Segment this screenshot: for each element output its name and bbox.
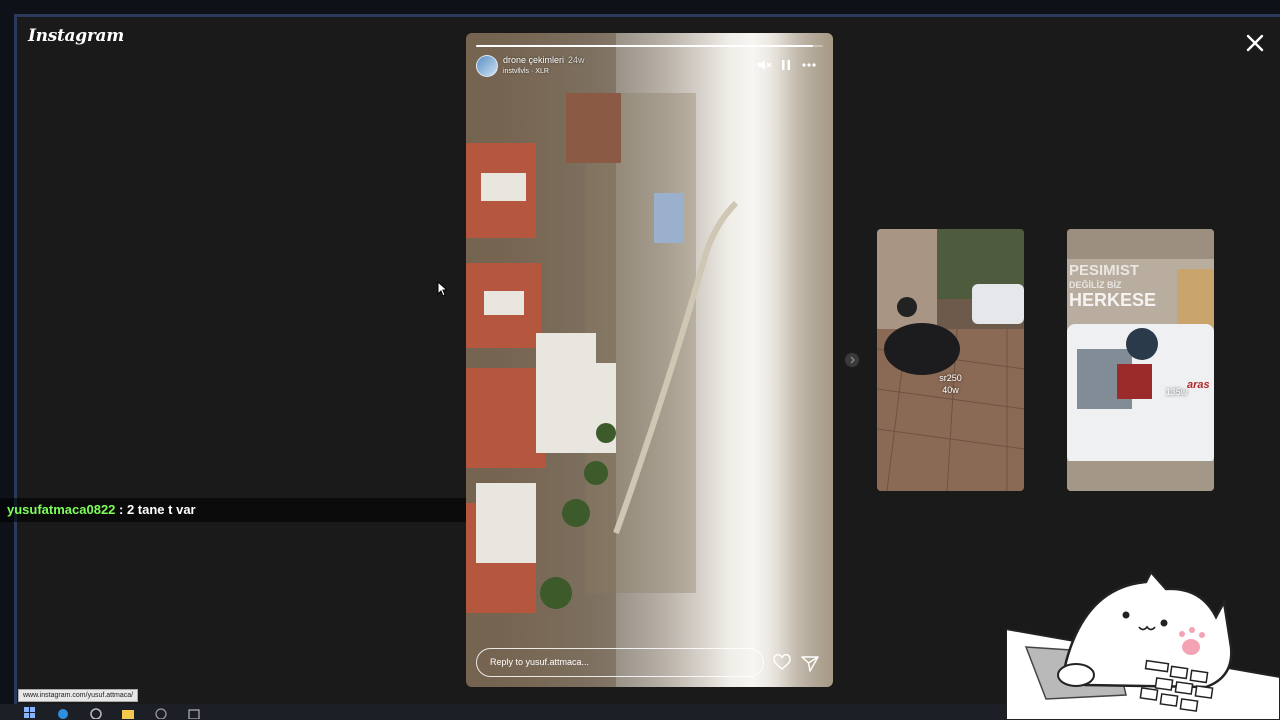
more-icon[interactable] (801, 57, 817, 73)
preview-time: 135w (1165, 387, 1188, 397)
chat-text: : 2 tane t var (115, 502, 196, 517)
pause-icon[interactable] (778, 57, 794, 73)
reply-input[interactable]: Reply to yusuf.attmaca... (476, 648, 764, 677)
mouse-cursor-icon (437, 281, 447, 297)
chevron-right-icon[interactable] (845, 353, 859, 367)
close-icon[interactable] (1242, 30, 1268, 56)
story-preview-sr250[interactable]: sr250 40w (877, 229, 1024, 491)
preview-overlay-title: PESIMIST (1069, 262, 1140, 279)
story-video (466, 33, 833, 687)
chat-username: yusufatmaca0822 (7, 502, 116, 517)
story-music-label[interactable]: instvllvls · XLR (503, 68, 549, 75)
app-icon[interactable] (155, 707, 167, 719)
browser-icon[interactable] (90, 707, 102, 719)
preview-thumbnail (877, 229, 1024, 491)
story-preview-2[interactable]: PESIMIST DEĞİLİZ BİZ HERKESE aras 135w (1067, 229, 1214, 491)
window-icon[interactable] (188, 707, 200, 719)
edge-icon[interactable] (57, 707, 69, 719)
story-progress-bar (476, 45, 823, 47)
bongo-cat-overlay (1006, 569, 1280, 720)
chat-message: yusufatmaca0822 : 2 tane t var (0, 498, 466, 522)
story-viewer[interactable]: drone çekimleri 24w instvllvls · XLR Repl… (466, 33, 833, 687)
preview-overlay-subtitle: DEĞİLİZ BİZ (1069, 280, 1122, 290)
mute-icon[interactable] (756, 57, 772, 73)
windows-icon[interactable] (24, 707, 36, 719)
preview-overlay-headline: HERKESE (1069, 290, 1157, 310)
story-time: 24w (568, 55, 585, 65)
preview-username: sr250 (939, 373, 962, 383)
folder-icon[interactable] (122, 707, 134, 719)
status-bar-url: www.instagram.com/yusuf.attmaca/ (18, 689, 139, 702)
heart-icon[interactable] (772, 653, 792, 673)
instagram-logo[interactable]: Instagram (28, 26, 124, 46)
send-icon[interactable] (800, 653, 820, 673)
avatar[interactable] (476, 55, 498, 77)
preview-time: 40w (942, 385, 959, 395)
story-username[interactable]: drone çekimleri 24w (503, 55, 585, 65)
